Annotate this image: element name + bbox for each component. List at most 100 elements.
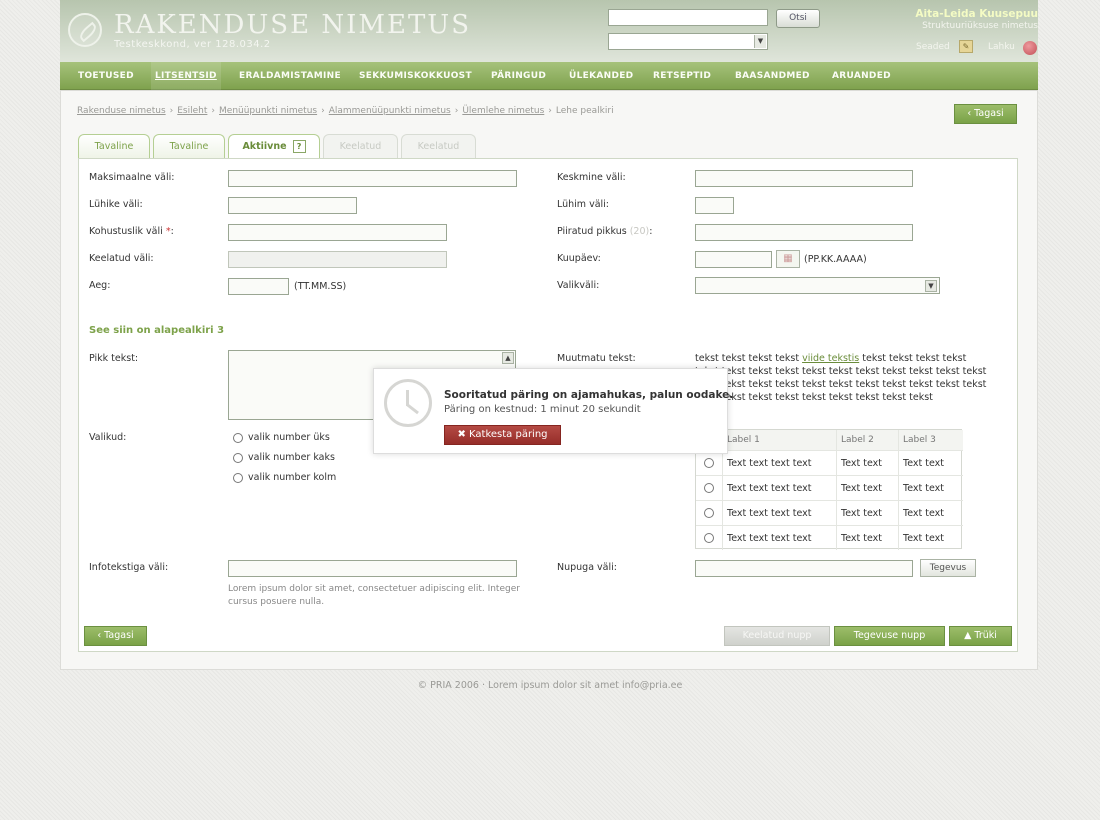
nav-item[interactable]: SEKKUMISKOKKUOST [359, 62, 472, 90]
data-table: Label 1 Label 2 Label 3 Text text text t… [695, 429, 963, 550]
breadcrumb-current: Lehe pealkiri [555, 106, 614, 116]
exit-icon[interactable] [1023, 41, 1037, 55]
radio-button[interactable] [704, 508, 714, 518]
wait-duration: Päring on kestnud: 1 minut 20 sekundit [444, 404, 641, 415]
help-icon[interactable]: ? [292, 140, 306, 153]
calendar-icon[interactable]: ▦ [776, 250, 800, 268]
radio-button[interactable] [704, 458, 714, 468]
print-button[interactable]: ▲ Trüki [949, 626, 1012, 646]
settings-label[interactable]: Seaded [916, 42, 950, 52]
select-field[interactable]: ▼ [695, 277, 940, 294]
table-cell: Text text [837, 475, 899, 500]
breadcrumb-item[interactable]: Alammenüüpunkti nimetus [329, 106, 451, 116]
table-row-radio-cell[interactable] [696, 500, 723, 525]
nav-item[interactable]: RETSEPTID [653, 62, 711, 90]
table-header: Label 2 [837, 430, 899, 450]
table-cell: Text text [837, 500, 899, 525]
max-field-input[interactable] [228, 170, 517, 187]
limited-field-label: Piiratud pikkus (20): [557, 226, 653, 237]
radio-label[interactable]: valik number kolm [248, 472, 336, 483]
search-input[interactable] [608, 9, 768, 26]
select-field-label: Valikväli: [557, 280, 600, 291]
nav-item[interactable]: ÜLEKANDED [569, 62, 633, 90]
leaf-logo-icon [68, 13, 102, 47]
max-field-label: Maksimaalne väli: [89, 172, 175, 183]
table-cell: Text text text text [723, 475, 837, 500]
table-cell: Text text text text [723, 450, 837, 475]
tab-normal-1[interactable]: Tavaline [78, 134, 150, 159]
time-format-hint: (TT.MM.SS) [294, 281, 347, 292]
tab-active-label: Aktiivne [242, 141, 287, 152]
back-button-top[interactable]: ‹ Tagasi [954, 104, 1017, 124]
disabled-button: Keelatud nupp [724, 626, 830, 646]
breadcrumb-item[interactable]: Ülemlehe nimetus [462, 106, 544, 116]
radio-button[interactable] [233, 473, 243, 483]
date-field-input[interactable] [695, 251, 772, 268]
settings-icon[interactable]: ✎ [959, 40, 973, 53]
medium-field-input[interactable] [695, 170, 913, 187]
nav-item[interactable]: TOETUSED [78, 62, 134, 90]
chevron-down-icon: ▼ [925, 280, 937, 292]
nav-item[interactable]: ERALDAMISTAMINE [239, 62, 341, 90]
info-field-input[interactable] [228, 560, 517, 577]
footer: © PRIA 2006 · Lorem ipsum dolor sit amet… [417, 680, 683, 691]
header-select[interactable]: ▼ [608, 33, 768, 50]
scroll-up-icon[interactable]: ▲ [502, 352, 514, 364]
footer-email-link[interactable]: info@pria.ee [622, 680, 682, 691]
shortest-field-input[interactable] [695, 197, 734, 214]
radio-button[interactable] [233, 453, 243, 463]
time-field-input[interactable] [228, 278, 289, 295]
required-field-input[interactable] [228, 224, 447, 241]
back-button-bottom[interactable]: ‹ Tagasi [84, 626, 147, 646]
clock-icon [384, 379, 432, 427]
time-field-label: Aeg: [89, 280, 111, 291]
breadcrumb: Rakenduse nimetus › Esileht › Menüüpunkti ni… [77, 106, 614, 116]
tab-normal-2[interactable]: Tavaline [153, 134, 225, 159]
inline-link[interactable]: viide tekstis [802, 353, 859, 364]
table-cell: Text text [899, 450, 963, 475]
subheading: See siin on alapealkiri 3 [89, 325, 225, 336]
main-nav: TOETUSED LITSENTSID ERALDAMISTAMINE SEKK… [60, 62, 1038, 90]
nav-item[interactable]: ARUANDED [832, 62, 891, 90]
date-format-hint: (PP.KK.AAAA) [804, 254, 867, 265]
table-cell: Text text text text [723, 500, 837, 525]
info-help-text: Lorem ipsum dolor sit amet, consectetuer… [228, 584, 520, 607]
choices-label: Valikud: [89, 432, 127, 443]
table-header: Label 3 [899, 430, 963, 450]
action-field-button[interactable]: Tegevus [920, 559, 976, 577]
nav-item[interactable]: BAASANDMED [735, 62, 810, 90]
user-unit: Struktuuriüksuse nimetus [922, 21, 1038, 31]
breadcrumb-item[interactable]: Menüüpunkti nimetus [219, 106, 317, 116]
required-field-label: Kohustuslik väli *: [89, 226, 174, 237]
table-cell: Text text [899, 525, 963, 550]
info-field-label: Infotekstiga väli: [89, 562, 169, 573]
readonly-text-label: Muutmatu tekst: [557, 353, 636, 364]
radio-button[interactable] [704, 533, 714, 543]
breadcrumb-item[interactable]: Rakenduse nimetus [77, 106, 166, 116]
tab-disabled-1: Keelatud [323, 134, 398, 159]
limited-field-input[interactable] [695, 224, 913, 241]
radio-label[interactable]: valik number kaks [248, 452, 335, 463]
action-button[interactable]: Tegevuse nupp [834, 626, 945, 646]
disabled-field-label: Keelatud väli: [89, 253, 154, 264]
button-field-input[interactable] [695, 560, 913, 577]
user-name[interactable]: Aita-Leida Kuusepuu [778, 8, 1038, 20]
button-field-label: Nupuga väli: [557, 562, 617, 573]
radio-label[interactable]: valik number üks [248, 432, 330, 443]
app-version: Testkeskkond, ver 128.034.2 [114, 39, 271, 50]
exit-label[interactable]: Lahku [988, 42, 1015, 52]
wait-title: Sooritatud päring on ajamahukas, palun o… [444, 389, 734, 401]
nav-item[interactable]: PÄRINGUD [491, 62, 546, 90]
table-row-radio-cell[interactable] [696, 475, 723, 500]
wait-dialog: Sooritatud päring on ajamahukas, palun o… [373, 368, 733, 454]
breadcrumb-item[interactable]: Esileht [177, 106, 207, 116]
tab-disabled-2: Keelatud [401, 134, 476, 159]
table-cell: Text text [899, 475, 963, 500]
nav-item-active[interactable]: LITSENTSID [151, 62, 221, 90]
table-row-radio-cell[interactable] [696, 525, 723, 550]
tab-active[interactable]: Aktiivne? [228, 134, 320, 160]
radio-button[interactable] [233, 433, 243, 443]
cancel-query-button[interactable]: ✖ Katkesta päring [444, 425, 561, 445]
short-field-input[interactable] [228, 197, 357, 214]
radio-button[interactable] [704, 483, 714, 493]
